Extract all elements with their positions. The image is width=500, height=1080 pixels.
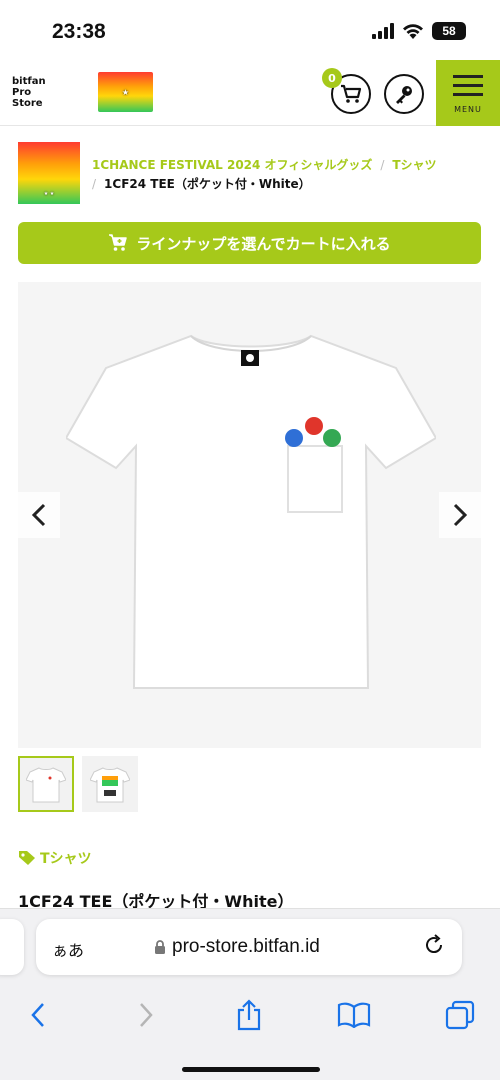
festival-logo-mark: ★	[121, 87, 130, 97]
address-bar[interactable]: ぁあ pro-store.bitfan.id	[36, 919, 462, 975]
wifi-icon	[403, 24, 423, 39]
forward-button[interactable]	[126, 995, 166, 1035]
breadcrumb-separator: /	[92, 177, 97, 191]
brand-logo[interactable]: bitfan Pro Store	[12, 76, 46, 109]
bookmarks-button[interactable]	[334, 995, 374, 1035]
signal-icon	[372, 23, 394, 39]
site-header: bitfan Pro Store ★ 0 MENU	[0, 60, 500, 126]
menu-line	[453, 93, 483, 96]
lock-icon	[155, 939, 165, 954]
cart-plus-icon	[109, 234, 128, 251]
category-tag-label: Tシャツ	[40, 851, 92, 867]
tshirt-image	[64, 334, 438, 689]
reader-options-button[interactable]: ぁあ	[52, 937, 84, 961]
chevron-left-icon	[31, 503, 46, 527]
breadcrumb-event-link[interactable]: 1CHANCE FESTIVAL 2024 オフィシャルグッズ	[92, 158, 372, 172]
tabs-icon	[445, 1000, 475, 1030]
tshirt-back-thumb-icon	[90, 767, 130, 803]
browser-toolbar	[0, 991, 500, 1041]
back-button[interactable]	[18, 995, 58, 1035]
chevron-right-icon	[453, 503, 468, 527]
url-display[interactable]: pro-store.bitfan.id	[154, 936, 320, 958]
menu-line	[453, 75, 483, 78]
tabs-button[interactable]	[440, 995, 480, 1035]
tshirt-thumb-icon	[26, 767, 66, 803]
status-time: 23:38	[52, 20, 106, 43]
cart-icon	[341, 84, 362, 103]
event-thumbnail-art: ★ ★	[43, 191, 55, 197]
breadcrumb-separator: /	[380, 158, 385, 172]
breadcrumb: ★ ★ 1CHANCE FESTIVAL 2024 オフィシャルグッズ / Tシャツ…	[18, 142, 488, 208]
product-image	[64, 328, 438, 702]
status-bar: 23:38 58	[0, 0, 500, 60]
breadcrumb-category-link[interactable]: Tシャツ	[392, 158, 436, 172]
breadcrumb-text: 1CHANCE FESTIVAL 2024 オフィシャルグッズ / Tシャツ / 1C…	[92, 156, 482, 194]
menu-label: MENU	[454, 105, 482, 114]
thumbnail-front[interactable]	[18, 756, 74, 812]
browser-chrome: ぁあ pro-store.bitfan.id	[0, 908, 500, 1080]
product-image-gallery[interactable]	[18, 282, 481, 748]
key-icon	[396, 86, 412, 104]
menu-line	[453, 84, 483, 87]
share-icon	[237, 999, 261, 1031]
cart-count-badge: 0	[322, 68, 342, 88]
reload-button[interactable]	[422, 933, 446, 961]
status-icons: 58	[372, 22, 466, 40]
battery-indicator: 58	[432, 22, 466, 40]
breadcrumb-current: 1CF24 TEE（ポケット付・White）	[104, 177, 311, 191]
brand-line: bitfan	[12, 76, 46, 87]
festival-logo[interactable]: ★	[98, 72, 153, 112]
home-indicator	[182, 1067, 320, 1072]
url-text: pro-store.bitfan.id	[172, 936, 320, 957]
thumbnail-strip	[18, 756, 138, 812]
gallery-prev-button[interactable]	[18, 492, 60, 538]
brand-line: Store	[12, 98, 43, 109]
forward-icon	[140, 1003, 153, 1027]
book-icon	[337, 1002, 371, 1028]
add-to-cart-button[interactable]: ラインナップを選んでカートに入れる	[18, 222, 481, 264]
thumbnail-back[interactable]	[82, 756, 138, 812]
gallery-next-button[interactable]	[439, 492, 481, 538]
tag-icon	[19, 851, 35, 865]
login-button[interactable]	[384, 74, 424, 114]
event-thumbnail[interactable]: ★ ★	[18, 142, 80, 204]
back-icon	[31, 1003, 44, 1027]
brand-line: Pro	[12, 87, 32, 98]
menu-button[interactable]: MENU	[436, 60, 500, 126]
reload-icon	[426, 934, 443, 954]
share-button[interactable]	[229, 995, 269, 1035]
previous-tab-card[interactable]	[0, 919, 24, 975]
add-to-cart-label: ラインナップを選んでカートに入れる	[136, 234, 391, 253]
category-tag[interactable]: Tシャツ	[18, 848, 92, 868]
